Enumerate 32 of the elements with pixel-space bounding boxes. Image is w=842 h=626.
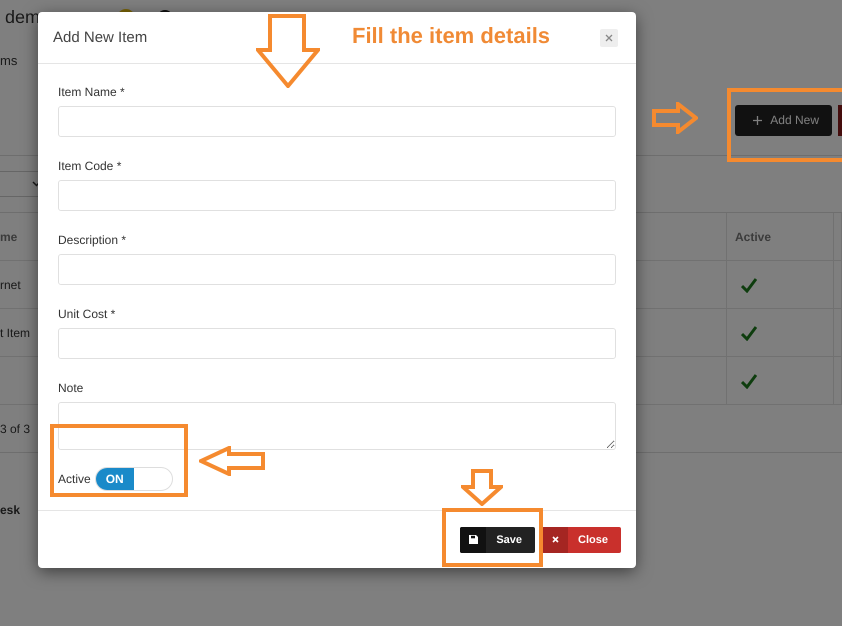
field-label: Item Code * (58, 158, 122, 174)
input-field[interactable] (58, 328, 616, 359)
page-title: ms (0, 52, 18, 68)
field-label: Active (58, 472, 91, 486)
field-label: Unit Cost * (58, 306, 116, 322)
add-new-button[interactable]: Add New (735, 104, 832, 136)
note-field[interactable] (58, 402, 616, 450)
input-field[interactable] (58, 106, 616, 137)
column-header: Active (735, 230, 772, 244)
dialog-title: Add New Item (53, 29, 148, 46)
table-cell: t Item (0, 326, 30, 340)
footer-text: esk (0, 503, 20, 517)
close-icon (552, 536, 559, 543)
plus-icon (753, 116, 762, 124)
close-button[interactable] (600, 28, 618, 46)
close-icon (605, 34, 613, 42)
annotation-arrow (461, 469, 503, 506)
button-edge[interactable] (838, 104, 842, 136)
input-field[interactable] (58, 254, 616, 285)
column-header: me (0, 230, 18, 244)
annotation-text: Fill the item details (352, 23, 550, 49)
annotation-arrow (199, 446, 265, 476)
field-label: Item Name * (58, 84, 126, 100)
annotation-arrow (652, 102, 698, 134)
input-field[interactable] (58, 180, 616, 211)
save-button[interactable]: Save (460, 526, 536, 552)
field-label: Description * (58, 232, 128, 248)
field-label: Note (58, 380, 84, 396)
pagination-info: 3 of 3 (0, 422, 30, 436)
table-cell: rnet (0, 278, 21, 292)
active-toggle[interactable]: ON (94, 467, 173, 491)
close-button[interactable]: Close (542, 526, 621, 552)
